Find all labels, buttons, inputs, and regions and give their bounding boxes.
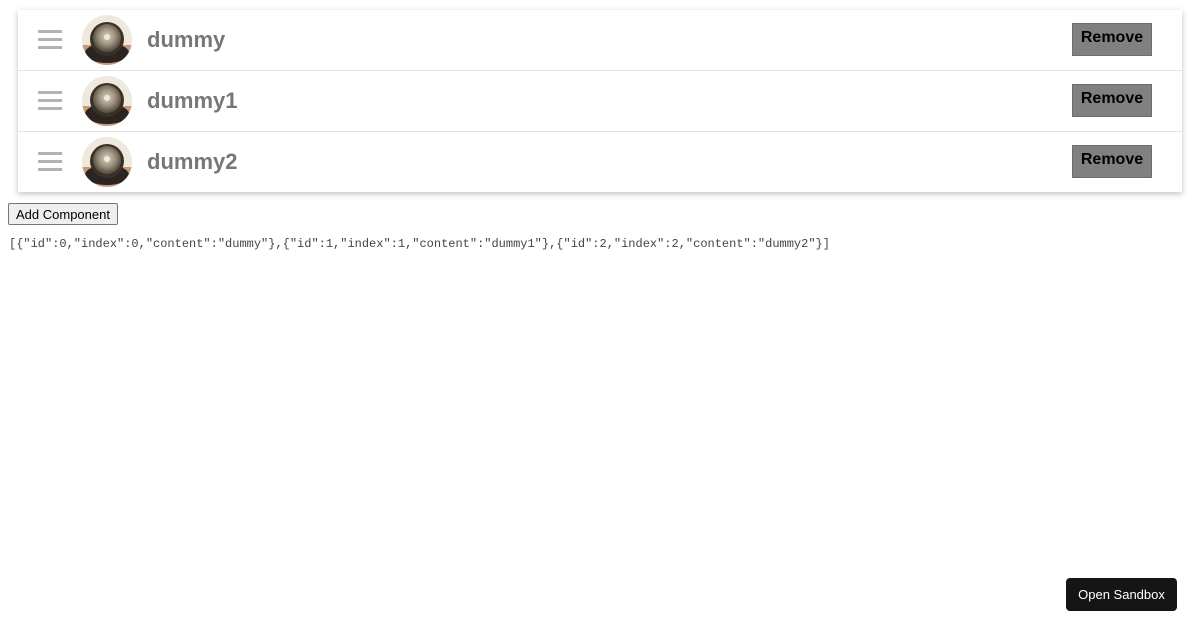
remove-button[interactable]: Remove: [1072, 84, 1152, 117]
drag-handle-icon[interactable]: [38, 152, 62, 172]
item-label: dummy: [147, 27, 226, 52]
sortable-list: dummy Remove dummy1 Remove dummy2 Remove: [18, 10, 1182, 192]
remove-button[interactable]: Remove: [1072, 23, 1152, 56]
list-item[interactable]: dummy Remove: [18, 10, 1182, 71]
drag-handle-icon[interactable]: [38, 30, 62, 50]
item-label: dummy1: [147, 88, 238, 113]
state-json-output: [{"id":0,"index":0,"content":"dummy"},{"…: [9, 237, 830, 251]
avatar: [82, 137, 132, 187]
open-sandbox-button[interactable]: Open Sandbox: [1066, 578, 1177, 611]
page: dummy Remove dummy1 Remove dummy2 Remove…: [0, 0, 1200, 630]
remove-button[interactable]: Remove: [1072, 145, 1152, 178]
list-item[interactable]: dummy1 Remove: [18, 71, 1182, 132]
add-component-button[interactable]: Add Component: [8, 203, 118, 225]
avatar: [82, 15, 132, 65]
list-item[interactable]: dummy2 Remove: [18, 132, 1182, 192]
drag-handle-icon[interactable]: [38, 91, 62, 111]
avatar: [82, 76, 132, 126]
item-label: dummy2: [147, 149, 238, 174]
